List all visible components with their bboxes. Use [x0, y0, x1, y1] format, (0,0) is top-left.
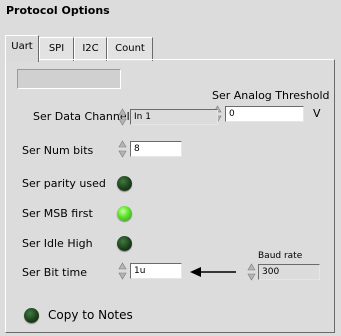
arrow-left-icon [190, 266, 238, 281]
panel-title: Protocol Options [6, 4, 110, 17]
analog-threshold-unit: V [313, 107, 321, 120]
num-bits-input[interactable]: 8 [130, 141, 182, 157]
data-channel-ring[interactable]: In 1 [130, 109, 218, 125]
analog-threshold-input[interactable]: 0 [225, 106, 304, 122]
bit-time-input[interactable]: 1u [130, 263, 182, 279]
idle-high-label: Ser Idle High [22, 237, 93, 250]
copy-to-notes-label: Copy to Notes [48, 308, 133, 322]
tab-uart[interactable]: Uart [5, 35, 39, 62]
parity-used-label: Ser parity used [22, 177, 106, 190]
num-bits-stepper-icon[interactable] [118, 140, 127, 158]
status-display-box [17, 69, 121, 89]
baud-rate-stepper-icon[interactable] [247, 263, 256, 281]
parity-used-led[interactable] [117, 176, 132, 191]
data-channel-stepper-icon[interactable] [118, 108, 127, 126]
tab-i2c[interactable]: I2C [74, 37, 107, 61]
data-channel-label: Ser Data Channel [33, 110, 130, 123]
baud-rate-ring[interactable]: 300 [258, 264, 320, 280]
analog-threshold-label: Ser Analog Threshold [212, 89, 330, 102]
idle-high-led[interactable] [117, 236, 132, 251]
bit-time-stepper-icon[interactable] [118, 262, 127, 280]
num-bits-label: Ser Num bits [22, 144, 94, 157]
msb-first-led[interactable] [117, 206, 132, 221]
bit-time-label: Ser Bit time [22, 266, 88, 279]
tab-spi[interactable]: SPI [39, 37, 74, 61]
baud-rate-label: Baud rate [258, 251, 303, 261]
tab-count[interactable]: Count [107, 37, 153, 61]
copy-to-notes-button[interactable] [24, 308, 39, 323]
msb-first-label: Ser MSB first [22, 207, 93, 220]
